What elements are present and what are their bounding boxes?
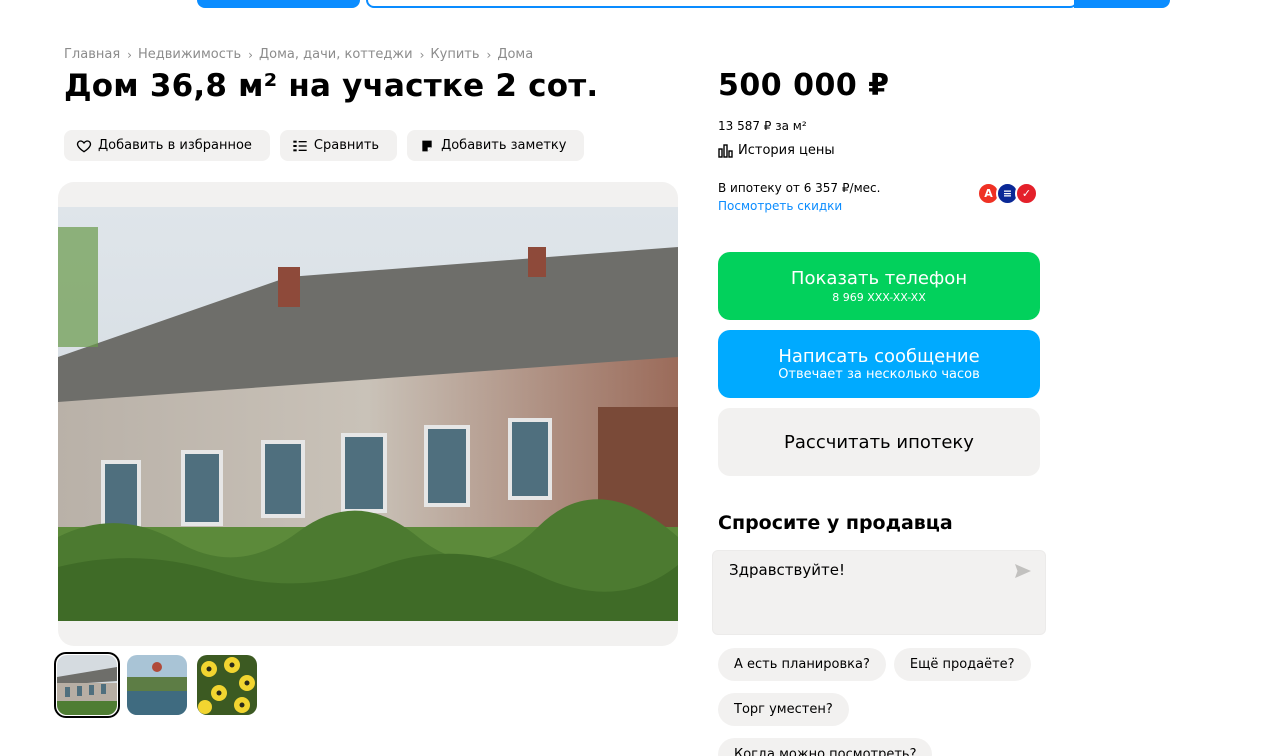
ask-seller-title: Спросите у продавца (718, 512, 953, 534)
breadcrumb-houses-dachas[interactable]: Дома, дачи, коттеджи (259, 47, 413, 62)
photo-gallery[interactable] (58, 182, 678, 646)
chevron-right-icon: › (248, 47, 253, 62)
header-search-button[interactable] (1074, 0, 1170, 8)
bank-logos: А ≡ ✓ (977, 182, 1038, 205)
calculate-mortgage-button[interactable]: Рассчитать ипотеку (718, 408, 1040, 476)
mortgage-offer: В ипотеку от 6 357 ₽/мес. (718, 181, 881, 195)
breadcrumb-home[interactable]: Главная (64, 47, 120, 62)
quick-question-chip[interactable]: А есть планировка? (718, 648, 886, 681)
compare-label: Сравнить (313, 138, 380, 153)
add-note-button[interactable]: Добавить заметку (407, 130, 585, 161)
write-message-button[interactable]: Написать сообщение Отвечает за несколько… (718, 330, 1040, 398)
chevron-right-icon: › (127, 47, 132, 62)
header-category-button[interactable] (197, 0, 360, 8)
chevron-right-icon: › (486, 47, 492, 62)
listing-actions: Добавить в избранное Сравнить Добавить з… (64, 130, 585, 161)
quick-questions: А есть планировка? Ещё продаёте? Торг ум… (718, 648, 1048, 756)
breadcrumb-houses[interactable]: Дома (497, 47, 533, 62)
compare-button[interactable]: Сравнить (279, 130, 398, 161)
price-total: 500 000 ₽ (718, 68, 890, 103)
thumbnail-house[interactable] (54, 652, 120, 718)
write-message-label: Написать сообщение (778, 346, 980, 367)
heart-icon (76, 139, 92, 152)
bar-chart-icon (718, 143, 733, 158)
thumbnail-flowers-image (197, 655, 257, 715)
price-history-link[interactable]: История цены (718, 143, 835, 158)
thumbnail-strip (54, 652, 260, 718)
page-title: Дом 36,8 м² на участке 2 сот. (64, 68, 599, 104)
ask-seller-message-text: Здравствуйте! (729, 561, 845, 579)
compare-list-icon (293, 140, 307, 151)
calculate-mortgage-label: Рассчитать ипотеку (784, 431, 974, 453)
header-search-input[interactable] (366, 0, 1078, 8)
add-to-favorites-button[interactable]: Добавить в избранное (64, 130, 270, 161)
add-note-label: Добавить заметку (441, 138, 567, 153)
quick-question-chip[interactable]: Ещё продаёте? (893, 648, 1031, 681)
chevron-right-icon: › (419, 47, 425, 62)
thumbnail-river[interactable] (124, 652, 190, 718)
response-time-note: Отвечает за несколько часов (778, 367, 980, 382)
show-phone-label: Показать телефон (790, 268, 968, 289)
price-per-m2: 13 587 ₽ за м² (718, 119, 807, 133)
price-history-label: История цены (738, 143, 835, 158)
thumbnail-river-image (127, 655, 187, 715)
show-phone-button[interactable]: Показать телефон 8 969 XXX-XX-XX (718, 252, 1040, 320)
thumbnail-flowers[interactable] (194, 652, 260, 718)
ask-seller-message-field[interactable]: Здравствуйте! (712, 550, 1046, 635)
sovcombank-logo: ✓ (1015, 182, 1038, 205)
breadcrumb-real-estate[interactable]: Недвижимость (138, 47, 241, 62)
breadcrumb-buy[interactable]: Купить (430, 47, 479, 62)
add-to-favorites-label: Добавить в избранное (98, 138, 252, 153)
main-photo[interactable] (58, 207, 678, 621)
breadcrumb: Главная › Недвижимость › Дома, дачи, кот… (64, 47, 533, 62)
thumbnail-house-image (57, 655, 117, 715)
masked-phone-number: 8 969 XXX-XX-XX (832, 291, 926, 304)
send-icon[interactable] (1014, 563, 1032, 579)
view-discounts-link[interactable]: Посмотреть скидки (718, 199, 842, 213)
note-icon (422, 140, 432, 151)
quick-question-chip[interactable]: Когда можно посмотреть? (718, 738, 933, 756)
quick-question-chip[interactable]: Торг уместен? (718, 693, 849, 726)
